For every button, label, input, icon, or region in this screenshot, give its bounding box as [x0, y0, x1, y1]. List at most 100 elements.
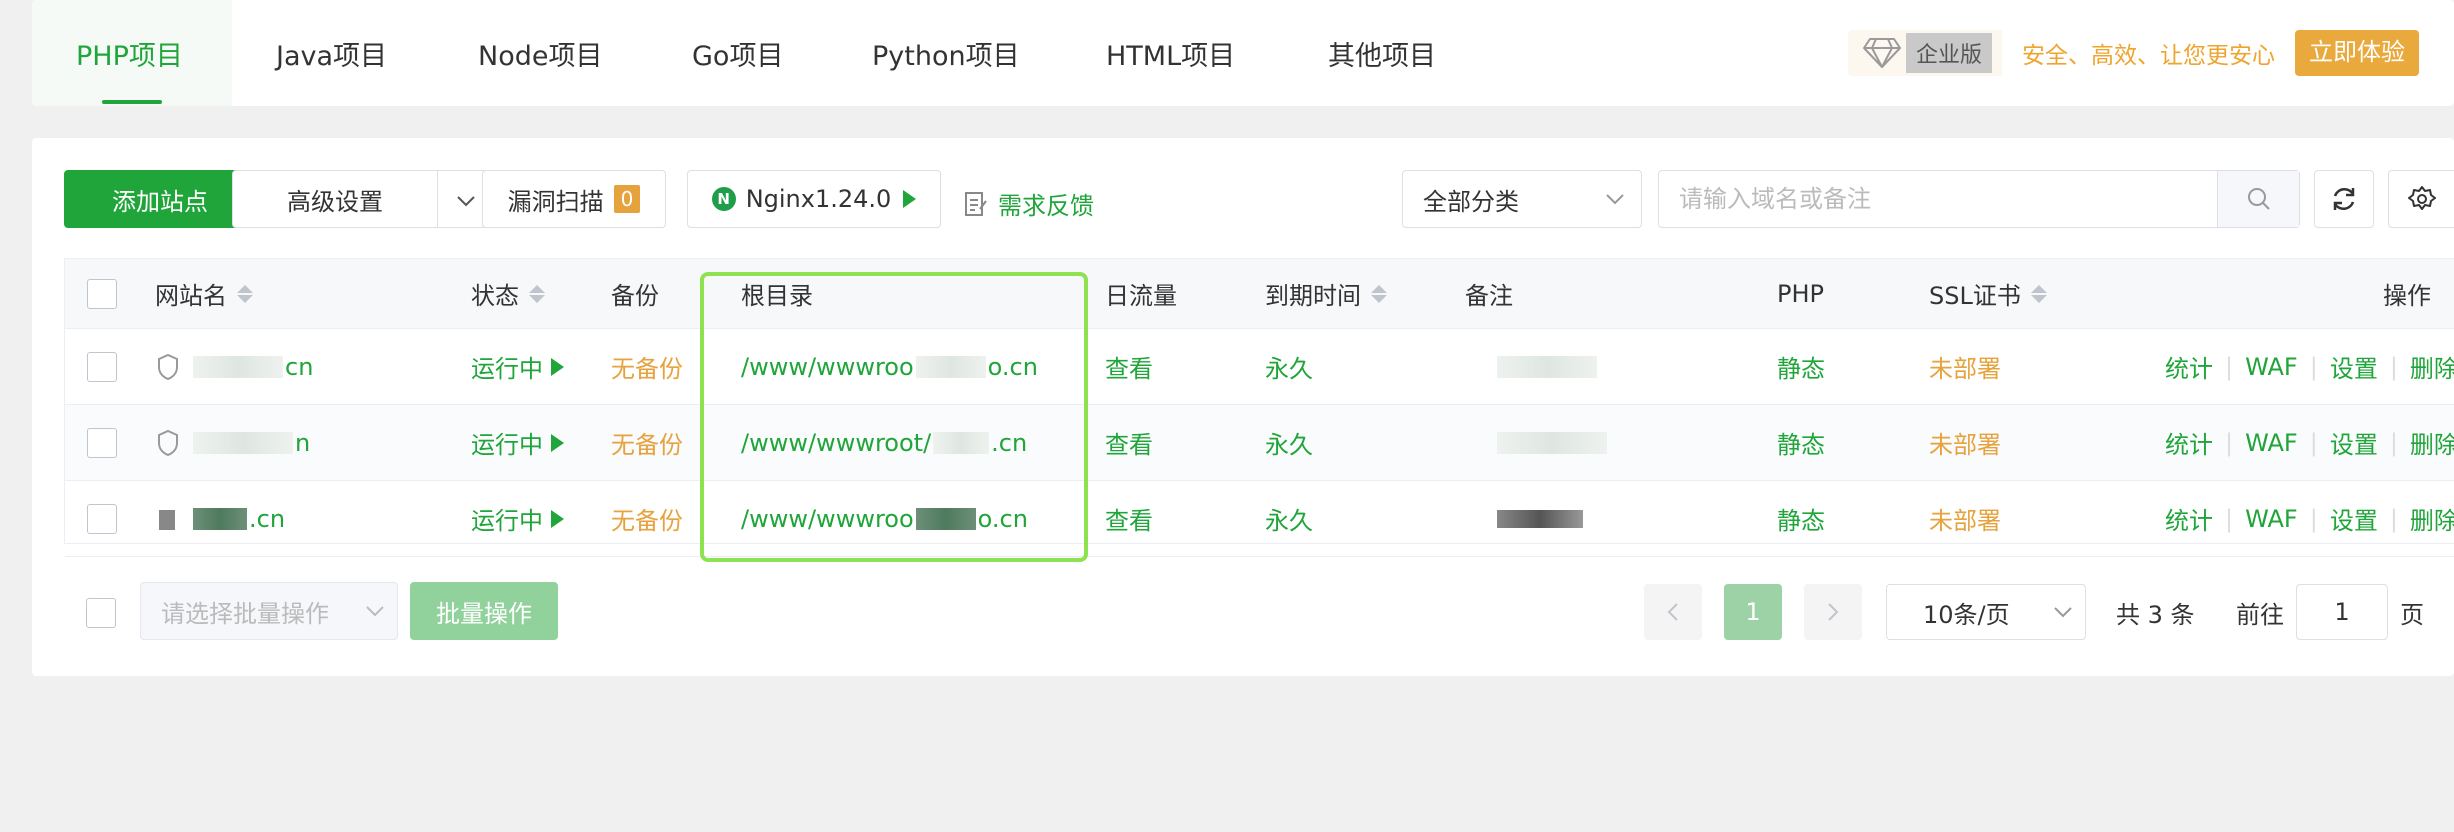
enterprise-slogan: 安全、高效、让您更安心 [2022, 43, 2276, 69]
tab-java[interactable]: Java项目 [276, 34, 387, 73]
page-size-value: 10条/页 [1923, 600, 2010, 629]
vuln-scan-button[interactable]: 漏洞扫描 0 [482, 170, 666, 228]
header-remark: 备注 [1465, 282, 1513, 310]
ssl-status[interactable]: 未部署 [1929, 481, 2001, 556]
header-traffic: 日流量 [1105, 282, 1177, 310]
php-version[interactable]: 静态 [1777, 329, 1825, 404]
diamond-icon [1862, 36, 1902, 70]
remark-cell[interactable] [1495, 329, 1599, 404]
row-checkbox[interactable] [87, 405, 117, 480]
file-icon [157, 504, 183, 534]
expire-value[interactable]: 永久 [1265, 405, 1313, 480]
waf-link[interactable]: WAF [2245, 353, 2298, 381]
try-now-button[interactable]: 立即体验 [2295, 30, 2420, 76]
batch-action-select[interactable]: 请选择批量操作 [140, 582, 398, 640]
project-tab-bar: PHP项目 Java项目 Node项目 Go项目 Python项目 HTML项目… [32, 0, 2454, 106]
header-site[interactable]: 网站名 [155, 259, 253, 328]
category-select[interactable]: 全部分类 [1402, 170, 1642, 228]
remark-cell[interactable] [1495, 405, 1609, 480]
refresh-button[interactable] [2314, 170, 2374, 228]
search-button[interactable] [2217, 171, 2299, 227]
traffic-link[interactable]: 查看 [1105, 481, 1153, 556]
header-backup: 备份 [611, 282, 659, 310]
stats-link[interactable]: 统计 [2165, 349, 2213, 384]
category-value: 全部分类 [1423, 187, 1519, 216]
table-row: .cn 运行中 无备份 /www/wwwroo o.cn 查看 永久 静态 未部… [65, 481, 2454, 557]
redacted-text [1497, 509, 1583, 528]
delete-link[interactable]: 删除 [2410, 425, 2454, 460]
search-input[interactable] [1659, 171, 2217, 227]
tab-node[interactable]: Node项目 [478, 34, 602, 73]
page-size-select[interactable]: 10条/页 [1886, 584, 2086, 640]
ssl-status[interactable]: 未部署 [1929, 405, 2001, 480]
play-icon [903, 190, 917, 208]
feedback-link[interactable]: 需求反馈 [964, 186, 1094, 221]
goto-page-input[interactable] [2296, 584, 2388, 640]
edit-note-icon [964, 191, 988, 217]
remark-cell[interactable] [1495, 481, 1585, 556]
tab-other[interactable]: 其他项目 [1328, 34, 1436, 73]
tab-php[interactable]: PHP项目 [76, 34, 183, 73]
add-site-button[interactable]: 添加站点 [64, 170, 256, 228]
header-expire[interactable]: 到期时间 [1265, 259, 1387, 328]
nginx-button[interactable]: N Nginx1.24.0 [687, 170, 941, 228]
enterprise-label: 企业版 [1906, 33, 1993, 73]
header-ops: 操作 [2383, 282, 2431, 310]
chevron-down-icon [365, 605, 385, 617]
prev-page-button[interactable] [1644, 584, 1702, 640]
expire-value[interactable]: 永久 [1265, 481, 1313, 556]
shield-icon [157, 428, 183, 458]
tab-go[interactable]: Go项目 [692, 34, 783, 73]
tab-python[interactable]: Python项目 [872, 34, 1020, 73]
backup-link[interactable]: 无备份 [611, 405, 683, 480]
search-box [1658, 170, 2300, 228]
tab-html[interactable]: HTML项目 [1106, 34, 1235, 73]
advanced-settings-button[interactable]: 高级设置 [232, 170, 438, 228]
settings-button[interactable] [2388, 170, 2454, 228]
page-number-current[interactable]: 1 [1724, 584, 1782, 640]
status-toggle[interactable]: 运行中 [471, 329, 564, 404]
row-actions: 统计 | WAF | 设置 | 删除 [2165, 481, 2454, 556]
header-php: PHP [1777, 279, 1824, 308]
gear-icon [2407, 185, 2436, 213]
redacted-text [193, 431, 293, 454]
expire-value[interactable]: 永久 [1265, 329, 1313, 404]
settings-link[interactable]: 设置 [2330, 349, 2378, 384]
batch-action-button[interactable]: 批量操作 [410, 582, 558, 640]
feedback-label: 需求反馈 [998, 192, 1094, 220]
settings-link[interactable]: 设置 [2330, 501, 2378, 536]
backup-link[interactable]: 无备份 [611, 481, 683, 556]
ssl-status[interactable]: 未部署 [1929, 329, 2001, 404]
play-icon [551, 357, 564, 376]
advanced-settings-label: 高级设置 [287, 187, 383, 216]
header-ssl[interactable]: SSL证书 [1929, 259, 2047, 328]
site-name[interactable]: cn [157, 329, 313, 404]
stats-link[interactable]: 统计 [2165, 501, 2213, 536]
redacted-text [1497, 355, 1597, 378]
header-status[interactable]: 状态 [471, 259, 545, 328]
goto-label: 前往 [2236, 600, 2284, 629]
waf-link[interactable]: WAF [2245, 505, 2298, 533]
traffic-link[interactable]: 查看 [1105, 329, 1153, 404]
php-version[interactable]: 静态 [1777, 405, 1825, 480]
batch-select-all-checkbox[interactable] [86, 598, 116, 628]
next-page-button[interactable] [1804, 584, 1862, 640]
site-table: 网站名 状态 备份 根目录 日流量 到期时间 备注 PHP SSL证书 操作 c… [64, 258, 2454, 557]
row-checkbox[interactable] [87, 481, 117, 556]
stats-link[interactable]: 统计 [2165, 425, 2213, 460]
site-name[interactable]: .cn [157, 481, 285, 556]
waf-link[interactable]: WAF [2245, 429, 2298, 457]
traffic-link[interactable]: 查看 [1105, 405, 1153, 480]
select-all-checkbox[interactable] [87, 259, 117, 328]
row-checkbox[interactable] [87, 329, 117, 404]
delete-link[interactable]: 删除 [2410, 501, 2454, 536]
site-name[interactable]: n [157, 405, 310, 480]
delete-link[interactable]: 删除 [2410, 349, 2454, 384]
php-version[interactable]: 静态 [1777, 481, 1825, 556]
redacted-text [193, 355, 283, 378]
status-toggle[interactable]: 运行中 [471, 481, 564, 556]
settings-link[interactable]: 设置 [2330, 425, 2378, 460]
backup-link[interactable]: 无备份 [611, 329, 683, 404]
status-toggle[interactable]: 运行中 [471, 405, 564, 480]
nginx-version: Nginx1.24.0 [745, 185, 892, 213]
